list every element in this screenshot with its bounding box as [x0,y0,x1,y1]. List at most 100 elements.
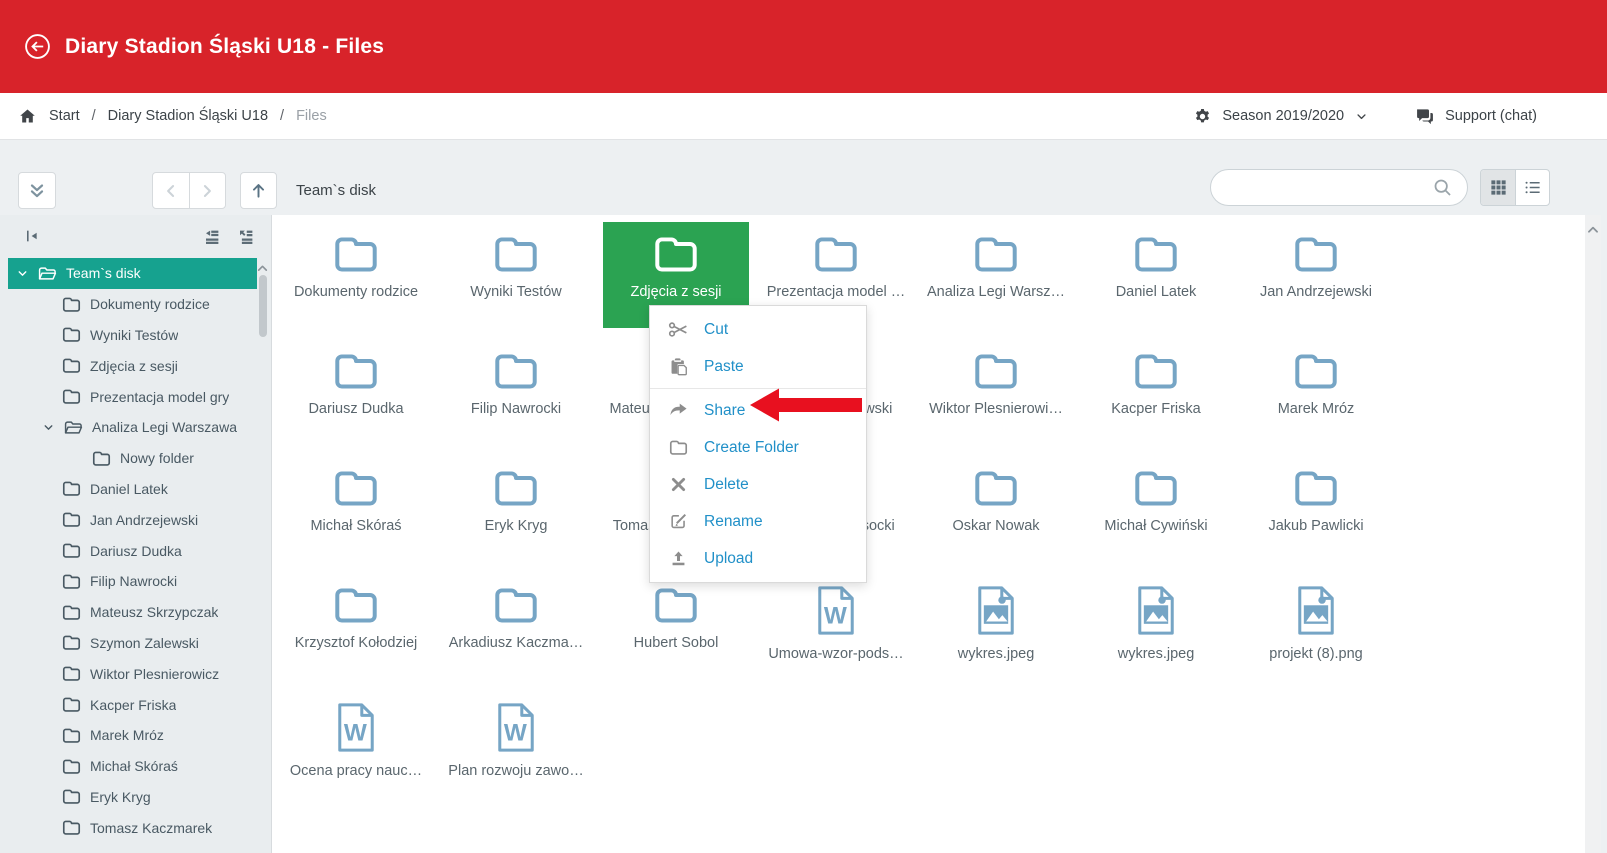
collapse-all-icon[interactable] [203,228,221,246]
folder-icon [62,542,81,559]
svg-text:W: W [344,719,367,746]
sidebar-scrollbar-thumb[interactable] [259,275,267,337]
file-label: Michał Cywiński [1104,518,1207,534]
tree-expander-chevron-down-icon[interactable] [42,421,55,434]
tree-item-team-s-disk[interactable]: Team`s disk [8,258,257,289]
folder-michał-skóraś[interactable]: Michał Skóraś [283,456,429,562]
tree-item-filip-nawrocki[interactable]: Filip Nawrocki [0,566,257,597]
folder-icon [333,351,379,391]
folder-wyniki-testów[interactable]: Wyniki Testów [443,222,589,328]
search-input[interactable] [1227,179,1432,197]
sidebar-scroll-up-icon[interactable] [256,262,269,275]
season-label: Season 2019/2020 [1222,108,1344,124]
grid-view-icon [1489,178,1508,197]
folder-jakub-pawlicki[interactable]: Jakub Pawlicki [1243,456,1389,562]
folder-icon [62,758,81,775]
folder-icon [92,450,111,467]
list-view-button[interactable] [1515,170,1549,205]
folder-daniel-latek[interactable]: Daniel Latek [1083,222,1229,328]
menu-item-paste[interactable]: Paste [650,348,866,385]
folder-marek-mróz[interactable]: Marek Mróz [1243,339,1389,445]
tree-item-label: Szymon Zalewski [90,635,199,651]
folder-icon [667,438,689,457]
topbar-right: Season 2019/2020 Support (chat) [1193,106,1537,126]
tree-item-dariusz-dudka[interactable]: Dariusz Dudka [0,535,257,566]
chat-icon [1415,106,1435,126]
tree-item-marek-mróz[interactable]: Marek Mróz [0,720,257,751]
app-header: Diary Stadion Śląski U18 - Files [0,0,1607,93]
file-wykres-jpeg[interactable]: wykres.jpeg [1083,573,1229,679]
tree-item-szymon-zalewski[interactable]: Szymon Zalewski [0,628,257,659]
expand-toolbar-button[interactable] [18,172,56,209]
file-ocena-pracy-nauc[interactable]: WOcena pracy nauc… [283,690,429,796]
folder-icon [62,665,81,682]
tree-item-daniel-latek[interactable]: Daniel Latek [0,474,257,505]
season-selector[interactable]: Season 2019/2020 [1193,107,1369,126]
folder-arkadiusz-kaczma[interactable]: Arkadiusz Kaczma… [443,573,589,679]
tree-item-prezentacja-model-gry[interactable]: Prezentacja model gry [0,381,257,412]
folder-krzysztof-kołodziej[interactable]: Krzysztof Kołodziej [283,573,429,679]
folder-icon [1293,234,1339,274]
folder-wiktor-plesnierowi[interactable]: Wiktor Plesnierowi… [923,339,1069,445]
menu-item-rename[interactable]: Rename [650,503,866,540]
folder-analiza-legi-warsz[interactable]: Analiza Legi Warsz… [923,222,1069,328]
tree-item-analiza-legi-warszawa[interactable]: Analiza Legi Warszawa [0,412,257,443]
folder-oskar-nowak[interactable]: Oskar Nowak [923,456,1069,562]
home-icon[interactable] [18,107,37,126]
tree-item-zdjęcia-z-sesji[interactable]: Zdjęcia z sesji [0,350,257,381]
menu-item-upload[interactable]: Upload [650,540,866,577]
folder-eryk-kryg[interactable]: Eryk Kryg [443,456,589,562]
folder-dokumenty-rodzice[interactable]: Dokumenty rodzice [283,222,429,328]
word-doc-icon: W [335,702,377,753]
support-chat-button[interactable]: Support (chat) [1415,106,1537,126]
folder-dariusz-dudka[interactable]: Dariusz Dudka [283,339,429,445]
folder-jan-andrzejewski[interactable]: Jan Andrzejewski [1243,222,1389,328]
file-projekt-8-png[interactable]: projekt (8).png [1243,573,1389,679]
tree-item-label: Marek Mróz [90,727,164,743]
main-scroll-up-icon[interactable] [1586,223,1600,237]
breadcrumb-item-start[interactable]: Start [49,108,80,124]
file-label: wykres.jpeg [958,646,1035,662]
forward-nav-button[interactable] [189,173,226,208]
folder-kacper-friska[interactable]: Kacper Friska [1083,339,1229,445]
main-scrollbar[interactable] [1585,215,1601,853]
file-umowa-wzor-pods[interactable]: WUmowa-wzor-pods… [763,573,909,679]
collapse-sidebar-icon[interactable] [24,228,40,244]
tree-item-dokumenty-rodzice[interactable]: Dokumenty rodzice [0,289,257,320]
search-icon[interactable] [1432,177,1453,198]
folder-michał-cywiński[interactable]: Michał Cywiński [1083,456,1229,562]
folder-icon [813,234,859,274]
tree-item-kacper-friska[interactable]: Kacper Friska [0,689,257,720]
file-plan-rozwoju-zawo[interactable]: WPlan rozwoju zawo… [443,690,589,796]
tree-item-jan-andrzejewski[interactable]: Jan Andrzejewski [0,504,257,535]
breadcrumb-item-diary-stadion-śląski-u18[interactable]: Diary Stadion Śląski U18 [108,108,268,124]
file-label: Michał Skóraś [310,518,401,534]
context-menu: CutPaste ShareCreate FolderDeleteRenameUp… [649,305,867,583]
tree-item-nowy-folder[interactable]: Nowy folder [0,443,257,474]
tree-item-tomasz-kaczmarek[interactable]: Tomasz Kaczmarek [0,812,257,843]
folder-filip-nawrocki[interactable]: Filip Nawrocki [443,339,589,445]
folder-hubert-sobol[interactable]: Hubert Sobol [603,573,749,679]
tree-item-wiktor-plesnierowicz[interactable]: Wiktor Plesnierowicz [0,658,257,689]
tree-item-label: Team`s disk [66,265,141,281]
file-wykres-jpeg[interactable]: wykres.jpeg [923,573,1069,679]
menu-item-share[interactable]: Share [650,392,866,429]
menu-item-delete[interactable]: Delete [650,466,866,503]
menu-item-create-folder[interactable]: Create Folder [650,429,866,466]
menu-item-cut[interactable]: Cut [650,311,866,348]
tree-item-mateusz-skrzypczak[interactable]: Mateusz Skrzypczak [0,597,257,628]
tree-item-label: Kacper Friska [90,697,176,713]
tree-expander-chevron-down-icon[interactable] [16,267,29,280]
tree-item-michał-skóraś[interactable]: Michał Skóraś [0,751,257,782]
grid-view-button[interactable] [1481,170,1515,205]
folder-icon [333,468,379,508]
back-nav-button[interactable] [153,173,189,208]
folder-icon [62,573,81,590]
expand-all-icon[interactable] [237,228,255,246]
tree-item-eryk-kryg[interactable]: Eryk Kryg [0,782,257,813]
tree-item-label: Jan Andrzejewski [90,512,198,528]
current-path-label: Team`s disk [296,172,376,209]
tree-item-wyniki-testów[interactable]: Wyniki Testów [0,320,257,351]
up-folder-button[interactable] [240,172,277,209]
back-icon[interactable] [24,33,51,60]
